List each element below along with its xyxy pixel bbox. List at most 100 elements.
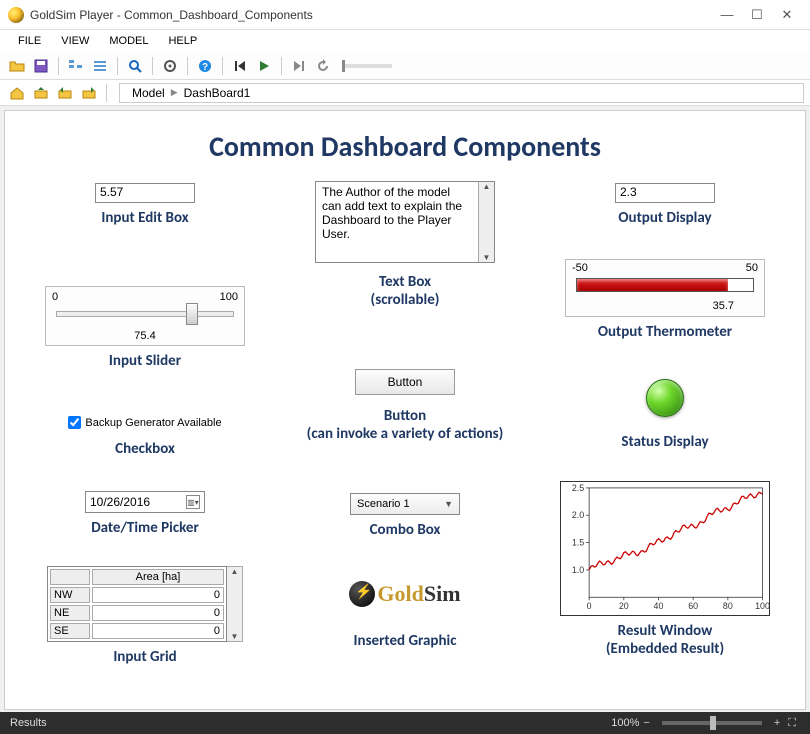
logo-text-gold: Gold [377,581,423,607]
close-button[interactable]: ✕ [772,7,802,23]
svg-text:2.5: 2.5 [572,483,584,493]
result-label-1: Result Window [545,622,785,640]
menu-bar: FILE VIEW MODEL HELP [0,30,810,52]
input-grid-label: Input Grid [25,648,265,666]
datepicker-label: Date/Time Picker [25,519,265,537]
skip-back-icon[interactable] [229,55,251,77]
dashboard-button[interactable]: Button [355,369,455,395]
input-grid[interactable]: Area [ha] NW0 NE0 SE0 ▲▼ [47,566,243,642]
window-title: GoldSim Player - Common_Dashboard_Compon… [30,8,712,22]
breadcrumb-page[interactable]: DashBoard1 [180,86,255,100]
zoom-slider[interactable] [662,721,762,725]
save-icon[interactable] [30,55,52,77]
date-time-picker[interactable]: 10/26/2016 ▥▾ [85,491,205,513]
slider-thumb[interactable] [186,303,198,325]
chevron-right-icon: ▶ [169,87,180,98]
toolbar: ? [0,52,810,80]
status-display-label: Status Display [545,433,785,451]
button-label-1: Button [265,407,545,425]
grid-scrollbar[interactable]: ▲▼ [227,566,243,642]
output-thermometer: -50 50 35.7 [565,259,765,317]
checkbox-input[interactable] [68,416,81,429]
breadcrumb-root[interactable]: Model [128,86,169,100]
svg-text:?: ? [202,62,208,73]
zoom-in-button[interactable]: + [770,717,784,729]
calendar-icon[interactable]: ▥▾ [186,495,200,509]
status-bar: Results 100% − + ⛶ [0,712,810,734]
datepicker-value: 10/26/2016 [90,495,150,509]
output-display-label: Output Display [545,209,785,227]
menu-file[interactable]: FILE [8,33,51,49]
status-led-icon [646,379,684,417]
result-chart[interactable]: 1.01.52.02.5020406080100 [560,481,770,616]
menu-model[interactable]: MODEL [99,33,158,49]
svg-text:20: 20 [619,601,629,611]
slider-max: 100 [220,291,238,303]
button-label-2: (can invoke a variety of actions) [265,425,545,443]
therm-min: -50 [572,262,588,274]
grid-cell[interactable]: 0 [92,587,224,603]
play-icon[interactable] [253,55,275,77]
textbox-scrollbar[interactable]: ▲▼ [478,182,494,262]
slider-min: 0 [52,291,58,303]
inserted-graphic-label: Inserted Graphic [285,632,525,650]
app-icon [8,7,24,23]
svg-text:1.0: 1.0 [572,565,584,575]
dashboard-canvas: Common Dashboard Components 5.57 Input E… [4,110,806,710]
input-slider[interactable]: 0 100 75.4 [45,286,245,346]
nav-bar: Model ▶ DashBoard1 [0,80,810,106]
textbox-content: The Author of the model can add text to … [316,182,478,262]
grid-cell[interactable]: 0 [92,623,224,639]
skip-forward-icon[interactable] [288,55,310,77]
breadcrumb[interactable]: Model ▶ DashBoard1 [119,83,804,103]
nav-back-icon[interactable] [54,82,76,104]
combo-box[interactable]: Scenario 1 ▼ [350,493,460,515]
maximize-button[interactable]: ☐ [742,7,772,23]
grid-row-name: SE [50,623,90,639]
text-box[interactable]: The Author of the model can add text to … [315,181,495,263]
logo-text-sim: Sim [424,581,461,607]
combo-label: Combo Box [285,521,525,539]
textbox-label-1: Text Box [285,273,525,291]
settings-icon[interactable] [159,55,181,77]
nav-forward-icon[interactable] [78,82,100,104]
list-icon[interactable] [89,55,111,77]
combo-value: Scenario 1 [357,498,410,510]
slider-value: 75.4 [46,330,244,342]
zoom-percent: 100% [611,717,639,729]
input-edit-box[interactable]: 5.57 [95,183,195,203]
grid-row-name: NW [50,587,90,603]
checkbox-backup-generator[interactable]: Backup Generator Available [68,416,221,429]
zoom-out-button[interactable]: − [639,717,653,729]
page-title: Common Dashboard Components [5,111,805,164]
speed-slider[interactable] [342,64,392,68]
logo-orb-icon [349,581,375,607]
output-display: 2.3 [615,183,715,203]
input-slider-label: Input Slider [25,352,265,370]
zoom-fit-button[interactable]: ⛶ [784,717,800,730]
grid-row-name: NE [50,605,90,621]
therm-value: 35.7 [713,300,734,312]
thermometer-label: Output Thermometer [545,323,785,341]
refresh-icon[interactable] [312,55,334,77]
svg-text:1.5: 1.5 [572,538,584,548]
grid-col-header: Area [ha] [92,569,224,585]
checkbox-text: Backup Generator Available [85,417,221,429]
help-icon[interactable]: ? [194,55,216,77]
textbox-label-2: (scrollable) [285,291,525,309]
title-bar: GoldSim Player - Common_Dashboard_Compon… [0,0,810,30]
minimize-button[interactable]: — [712,7,742,22]
goldsim-logo: GoldSim [349,581,460,607]
nav-up-icon[interactable] [30,82,52,104]
menu-view[interactable]: VIEW [51,33,99,49]
svg-text:40: 40 [654,601,664,611]
grid-cell[interactable]: 0 [92,605,224,621]
tree-icon[interactable] [65,55,87,77]
open-icon[interactable] [6,55,28,77]
result-label-2: (Embedded Result) [545,640,785,658]
search-icon[interactable] [124,55,146,77]
checkbox-label: Checkbox [25,440,265,458]
menu-help[interactable]: HELP [158,33,207,49]
nav-home-icon[interactable] [6,82,28,104]
svg-text:80: 80 [723,601,733,611]
